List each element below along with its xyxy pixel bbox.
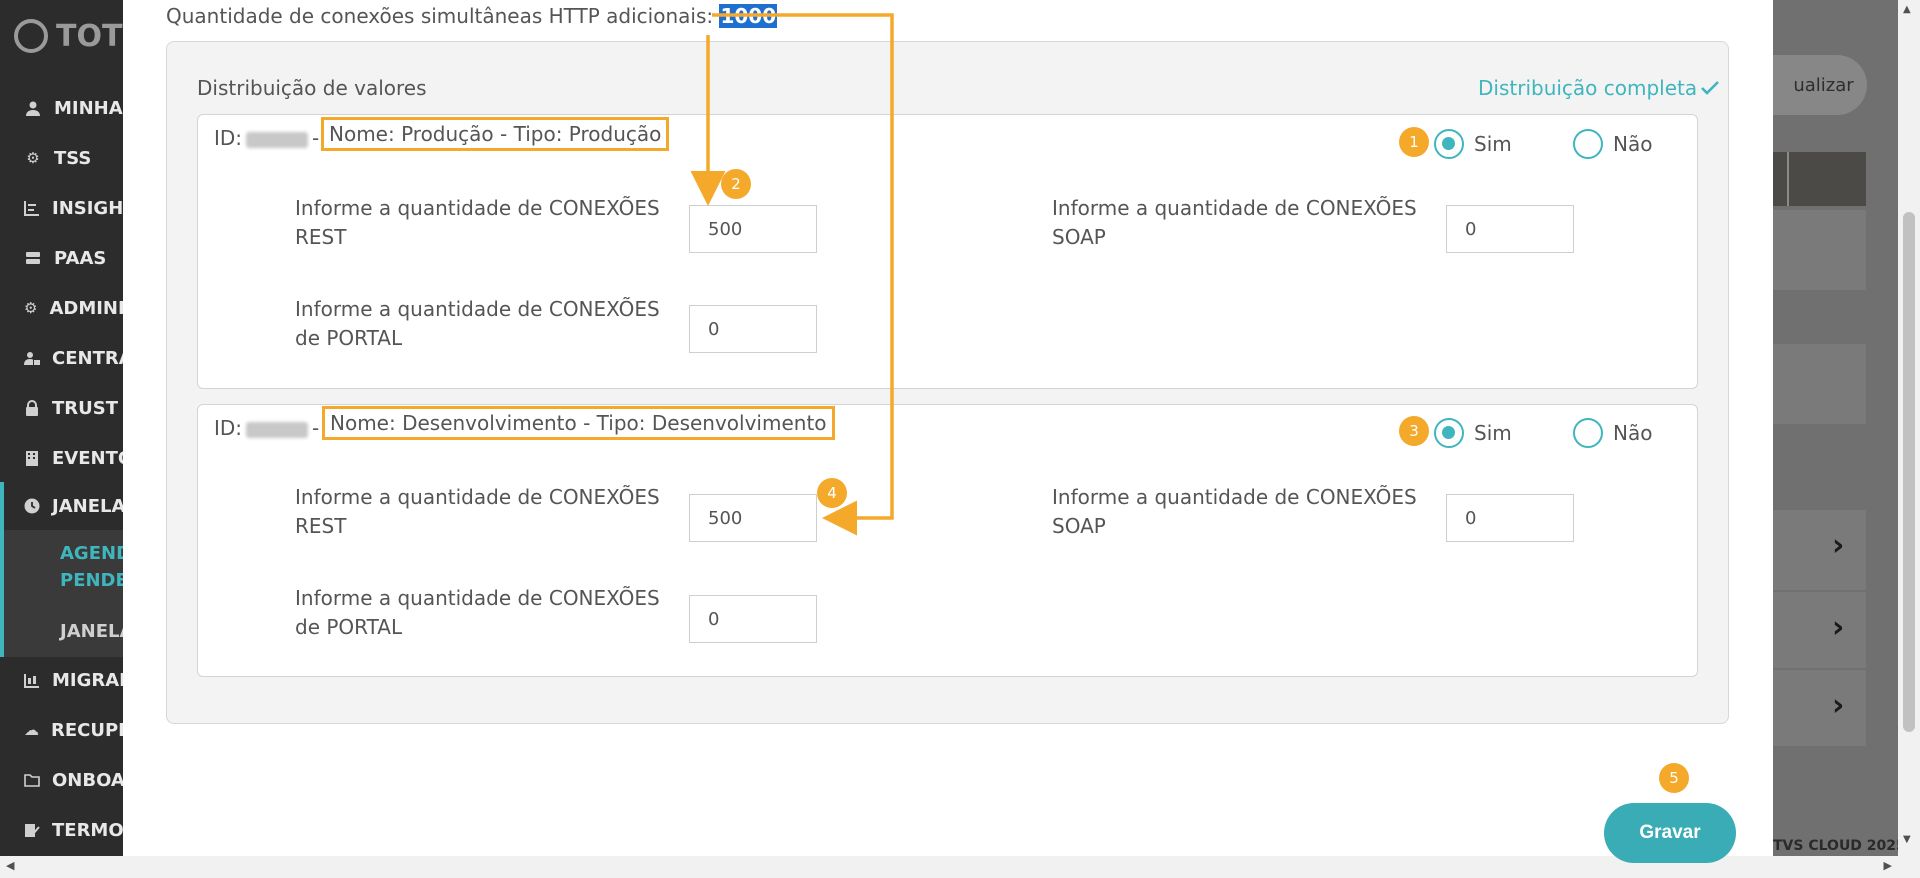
lock-icon bbox=[24, 399, 40, 417]
building-icon bbox=[24, 449, 40, 467]
annotation-badge-4: 4 bbox=[817, 478, 847, 508]
annotation-badge-2: 2 bbox=[721, 169, 751, 199]
radio-sim-producao[interactable]: Sim bbox=[1434, 129, 1512, 159]
environment-id: ID: - bbox=[214, 416, 320, 440]
radio-nao-desenvolvimento[interactable]: Não bbox=[1573, 418, 1652, 448]
save-button[interactable]: Gravar bbox=[1604, 803, 1736, 863]
redacted-id bbox=[246, 421, 309, 438]
migration-icon bbox=[24, 671, 40, 689]
scroll-right-icon[interactable]: ▶ bbox=[1884, 859, 1892, 872]
folder-icon bbox=[24, 771, 40, 789]
annotation-badge-3: 3 bbox=[1399, 416, 1429, 446]
annotation-badge-5: 5 bbox=[1659, 763, 1689, 793]
cog-group-icon: ⚙ bbox=[26, 149, 40, 167]
clock-icon bbox=[24, 497, 40, 515]
sidebar-item-tss[interactable]: ⚙ TSS bbox=[0, 134, 123, 182]
radio-checked-icon[interactable] bbox=[1434, 418, 1464, 448]
sidebar-item-paas[interactable]: PAAS bbox=[0, 234, 123, 282]
horizontal-scrollbar[interactable]: ◀ ▶ bbox=[0, 856, 1898, 878]
recovery-icon: ☁ bbox=[24, 721, 39, 739]
radio-checked-icon[interactable] bbox=[1434, 129, 1464, 159]
server-icon bbox=[24, 249, 42, 267]
scroll-up-icon[interactable]: ▲ bbox=[1903, 4, 1911, 15]
portal-label: Informe a quantidade de CONEXÕES de PORT… bbox=[295, 297, 660, 350]
admin-gears-icon: ⚙ bbox=[24, 299, 38, 317]
soap-input-desenvolvimento[interactable]: 0 bbox=[1446, 494, 1574, 542]
radio-unchecked-icon[interactable] bbox=[1573, 418, 1603, 448]
user-lock-icon bbox=[24, 349, 40, 367]
document-edit-icon bbox=[24, 821, 40, 839]
sidebar-item-eventos[interactable]: EVENTO bbox=[0, 434, 123, 482]
background-card bbox=[1773, 210, 1866, 290]
chevron-right-icon[interactable]: › bbox=[1832, 610, 1844, 645]
chevron-right-icon[interactable]: › bbox=[1832, 528, 1844, 563]
logo-ring-icon bbox=[14, 19, 48, 53]
soap-input-producao[interactable]: 0 bbox=[1446, 205, 1574, 253]
distribution-title: Distribuição de valores bbox=[197, 76, 427, 100]
background-list-row[interactable] bbox=[1773, 670, 1866, 746]
environment-id: ID: - bbox=[214, 126, 320, 150]
radio-unchecked-icon[interactable] bbox=[1573, 129, 1603, 159]
environment-name-highlight: Nome: Desenvolvimento - Tipo: Desenvolvi… bbox=[322, 406, 835, 440]
annotation-badge-1: 1 bbox=[1399, 127, 1429, 157]
redacted-id bbox=[246, 131, 309, 148]
portal-input-producao[interactable]: 0 bbox=[689, 305, 817, 353]
scroll-down-icon[interactable]: ▼ bbox=[1903, 834, 1911, 845]
portal-label: Informe a quantidade de CONEXÕES de PORT… bbox=[295, 586, 660, 639]
connections-total-value: 1000 bbox=[719, 4, 778, 28]
vertical-scrollbar[interactable]: ▲ ▼ bbox=[1898, 0, 1920, 878]
chart-bars-icon bbox=[24, 199, 40, 217]
sidebar-subitem-janela[interactable]: JANELA bbox=[60, 618, 123, 645]
background-card bbox=[1773, 344, 1866, 424]
sidebar-item-recuperacao[interactable]: ☁ RECUPE bbox=[0, 706, 123, 754]
scrollbar-thumb[interactable] bbox=[1903, 212, 1915, 732]
environment-name-highlight: Nome: Produção - Tipo: Produção bbox=[321, 117, 670, 151]
radio-nao-producao[interactable]: Não bbox=[1573, 129, 1652, 159]
soap-label: Informe a quantidade de CONEXÕES SOAP bbox=[1052, 485, 1417, 538]
check-icon bbox=[1701, 76, 1720, 100]
sidebar-item-admin[interactable]: ⚙ ADMINI bbox=[0, 284, 123, 332]
distribution-status: Distribuição completa bbox=[1478, 76, 1720, 100]
soap-label: Informe a quantidade de CONEXÕES SOAP bbox=[1052, 196, 1417, 249]
sidebar-item-migracao[interactable]: MIGRAD bbox=[0, 656, 123, 704]
app-logo: TOTV bbox=[14, 14, 123, 58]
sidebar: TOTV MINHA ⚙ TSS INSIGHT PAAS ⚙ ADMINI C… bbox=[0, 0, 123, 878]
sidebar-item-termos[interactable]: TERMOS bbox=[0, 806, 123, 854]
rest-input-producao[interactable]: 500 bbox=[689, 205, 817, 253]
chevron-right-icon[interactable]: › bbox=[1832, 688, 1844, 723]
rest-label: Informe a quantidade de CONEXÕES REST bbox=[295, 196, 660, 249]
scroll-left-icon[interactable]: ◀ bbox=[6, 859, 14, 872]
sidebar-item-trust[interactable]: TRUST C bbox=[0, 384, 123, 432]
user-icon bbox=[24, 99, 42, 117]
sidebar-item-onboarding[interactable]: ONBOA bbox=[0, 756, 123, 804]
portal-input-desenvolvimento[interactable]: 0 bbox=[689, 595, 817, 643]
background-list-row[interactable] bbox=[1773, 510, 1866, 590]
sidebar-item-central[interactable]: CENTRA bbox=[0, 334, 123, 382]
sidebar-item-janela[interactable]: JANELA bbox=[0, 482, 123, 530]
rest-input-desenvolvimento[interactable]: 500 bbox=[689, 494, 817, 542]
sidebar-item-minha[interactable]: MINHA bbox=[0, 84, 123, 132]
rest-label: Informe a quantidade de CONEXÕES REST bbox=[295, 485, 660, 538]
additional-connections-header: Quantidade de conexões simultâneas HTTP … bbox=[166, 4, 778, 28]
sidebar-subitem-agendamentos[interactable]: AGEND PENDE bbox=[60, 540, 123, 594]
background-table-header bbox=[1773, 152, 1866, 206]
sidebar-item-insight[interactable]: INSIGHT bbox=[0, 184, 123, 232]
radio-sim-desenvolvimento[interactable]: Sim bbox=[1434, 418, 1512, 448]
logo-text: TOTV bbox=[56, 18, 123, 54]
background-list-row[interactable] bbox=[1773, 592, 1866, 668]
